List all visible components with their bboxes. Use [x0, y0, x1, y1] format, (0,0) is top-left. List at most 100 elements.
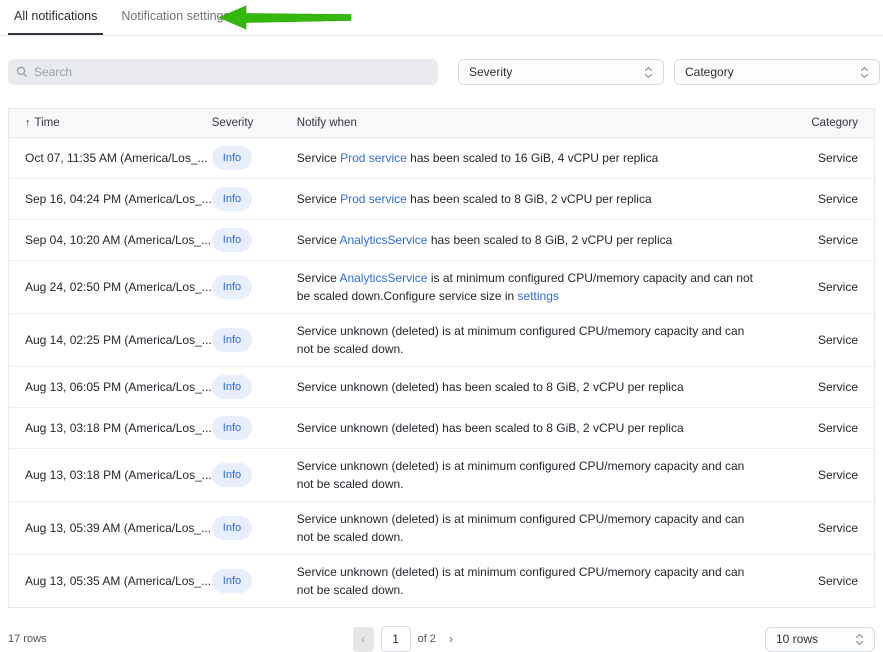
notify-cell: Service AnalyticsService has been scaled…: [297, 220, 784, 261]
category-cell: Service: [784, 138, 874, 179]
notify-cell: Service unknown (deleted) is at minimum …: [297, 555, 784, 608]
category-cell: Service: [784, 314, 874, 367]
notify-cell: Service unknown (deleted) has been scale…: [297, 408, 784, 449]
notify-text: Service: [297, 271, 340, 285]
time-cell: Aug 13, 05:35 AM (America/Los_...: [9, 555, 212, 608]
severity-badge: Info: [212, 516, 252, 540]
table-row[interactable]: Aug 14, 02:25 PM (America/Los_... Info S…: [9, 314, 874, 367]
category-cell: Service: [784, 261, 874, 314]
severity-badge: Info: [212, 463, 252, 487]
time-cell: Sep 04, 10:20 AM (America/Los_...: [9, 220, 212, 261]
notify-link[interactable]: settings: [518, 289, 559, 303]
previous-page-button[interactable]: ‹: [353, 627, 374, 652]
category-cell: Service: [784, 449, 874, 502]
severity-select[interactable]: Severity: [458, 59, 664, 85]
page-size-select[interactable]: 10 rows: [765, 627, 875, 652]
table-row[interactable]: Sep 16, 04:24 PM (America/Los_... Info S…: [9, 179, 874, 220]
filter-row: Severity Category: [8, 59, 875, 85]
table-row[interactable]: Sep 04, 10:20 AM (America/Los_... Info S…: [9, 220, 874, 261]
notify-text: has been scaled to 16 GiB, 4 vCPU per re…: [407, 151, 658, 165]
time-cell: Aug 13, 05:39 AM (America/Los_...: [9, 502, 212, 555]
column-header-time[interactable]: ↑ Time: [9, 109, 212, 138]
time-cell: Aug 13, 03:18 PM (America/Los_...: [9, 408, 212, 449]
table-footer: 17 rows ‹ of 2 › 10 rows: [8, 626, 875, 652]
category-cell: Service: [784, 555, 874, 608]
notify-link[interactable]: AnalyticsService: [339, 271, 427, 285]
time-cell: Aug 24, 02:50 PM (America/Los_...: [9, 261, 212, 314]
category-cell: Service: [784, 408, 874, 449]
tab-bar: All notifications Notification settings: [0, 0, 883, 36]
table-row[interactable]: Aug 13, 05:39 AM (America/Los_... Info S…: [9, 502, 874, 555]
table-body: Oct 07, 11:35 AM (America/Los_... Info S…: [9, 138, 874, 608]
notify-cell: Service unknown (deleted) is at minimum …: [297, 449, 784, 502]
notify-link[interactable]: Prod service: [340, 151, 407, 165]
time-cell: Aug 13, 06:05 PM (America/Los_...: [9, 367, 212, 408]
column-header-severity[interactable]: Severity: [212, 109, 297, 138]
table-row[interactable]: Aug 13, 05:35 AM (America/Los_... Info S…: [9, 555, 874, 608]
notify-text: Service: [297, 192, 340, 206]
search-input[interactable]: [34, 65, 430, 79]
notify-text: Service: [297, 233, 340, 247]
column-header-category[interactable]: Category: [784, 109, 874, 138]
chevron-updown-icon: [644, 66, 653, 79]
notifications-table: ↑ Time Severity Notify when Category Oct …: [8, 108, 875, 608]
notify-cell: Service Prod service has been scaled to …: [297, 179, 784, 220]
notify-text: Service unknown (deleted) is at minimum …: [297, 459, 745, 491]
sort-ascending-icon: ↑: [25, 117, 31, 129]
page-number-input[interactable]: [381, 626, 411, 652]
time-cell: Sep 16, 04:24 PM (America/Los_...: [9, 179, 212, 220]
row-count-label: 17 rows: [8, 633, 47, 645]
severity-badge: Info: [212, 416, 252, 440]
page-total-label: of 2: [418, 633, 436, 645]
notify-text: Service unknown (deleted) is at minimum …: [297, 565, 745, 597]
notify-link[interactable]: AnalyticsService: [339, 233, 427, 247]
table-row[interactable]: Aug 24, 02:50 PM (America/Los_... Info S…: [9, 261, 874, 314]
severity-badge: Info: [212, 228, 252, 252]
notify-text: Service: [297, 151, 340, 165]
category-cell: Service: [784, 220, 874, 261]
severity-badge: Info: [212, 569, 252, 593]
notify-link[interactable]: Prod service: [340, 192, 407, 206]
notify-text: Service unknown (deleted) is at minimum …: [297, 512, 745, 544]
table-header-row: ↑ Time Severity Notify when Category: [9, 109, 874, 138]
table-row[interactable]: Aug 13, 03:18 PM (America/Los_... Info S…: [9, 449, 874, 502]
next-page-button[interactable]: ›: [443, 627, 459, 652]
pagination: ‹ of 2 ›: [353, 626, 459, 652]
category-cell: Service: [784, 179, 874, 220]
severity-badge: Info: [212, 187, 252, 211]
tab-all-notifications[interactable]: All notifications: [8, 0, 103, 35]
column-header-time-label: Time: [35, 117, 60, 129]
chevron-updown-icon: [860, 66, 869, 79]
severity-badge: Info: [212, 328, 252, 352]
notify-text: Service unknown (deleted) has been scale…: [297, 380, 684, 394]
chevron-updown-icon: [855, 633, 864, 646]
column-header-notify-when[interactable]: Notify when: [297, 109, 784, 138]
page-size-label: 10 rows: [776, 632, 818, 646]
category-select-label: Category: [685, 65, 734, 79]
severity-badge: Info: [212, 146, 252, 170]
table-row[interactable]: Aug 13, 06:05 PM (America/Los_... Info S…: [9, 367, 874, 408]
notify-cell: Service unknown (deleted) is at minimum …: [297, 502, 784, 555]
notify-cell: Service unknown (deleted) is at minimum …: [297, 314, 784, 367]
category-cell: Service: [784, 367, 874, 408]
table-row[interactable]: Oct 07, 11:35 AM (America/Los_... Info S…: [9, 138, 874, 179]
category-cell: Service: [784, 502, 874, 555]
notify-cell: Service unknown (deleted) has been scale…: [297, 367, 784, 408]
time-cell: Aug 13, 03:18 PM (America/Los_...: [9, 449, 212, 502]
table-row[interactable]: Aug 13, 03:18 PM (America/Los_... Info S…: [9, 408, 874, 449]
notify-text: Service unknown (deleted) is at minimum …: [297, 324, 745, 356]
search-icon: [16, 66, 28, 78]
severity-select-label: Severity: [469, 65, 512, 79]
notify-cell: Service AnalyticsService is at minimum c…: [297, 261, 784, 314]
time-cell: Aug 14, 02:25 PM (America/Los_...: [9, 314, 212, 367]
severity-badge: Info: [212, 275, 252, 299]
tab-notification-settings[interactable]: Notification settings: [115, 0, 235, 35]
severity-badge: Info: [212, 375, 252, 399]
notify-text: has been scaled to 8 GiB, 2 vCPU per rep…: [427, 233, 672, 247]
notify-text: has been scaled to 8 GiB, 2 vCPU per rep…: [407, 192, 652, 206]
notify-text: Service unknown (deleted) has been scale…: [297, 421, 684, 435]
time-cell: Oct 07, 11:35 AM (America/Los_...: [9, 138, 212, 179]
notify-cell: Service Prod service has been scaled to …: [297, 138, 784, 179]
search-box: [8, 59, 438, 85]
category-select[interactable]: Category: [674, 59, 880, 85]
